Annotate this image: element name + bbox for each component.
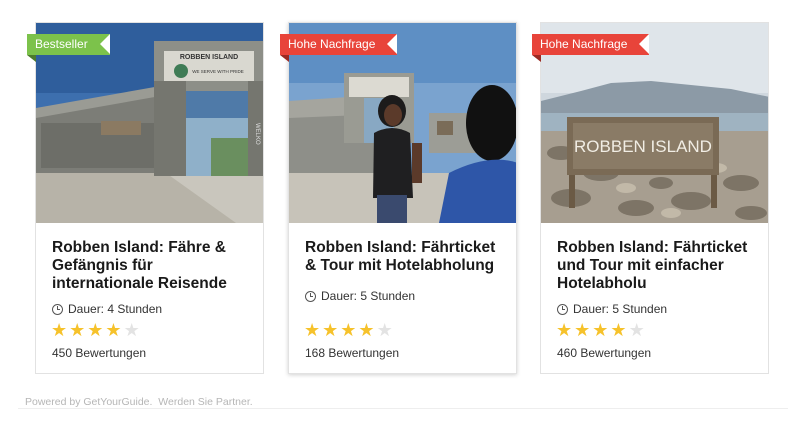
- tour-title[interactable]: Robben Island: Fährticket und Tour mit e…: [557, 239, 757, 293]
- badge-high-demand: Hohe Nachfrage: [280, 34, 398, 62]
- star-icon-filled: ★: [51, 320, 68, 340]
- clock-icon: [557, 303, 568, 315]
- tour-duration: Dauer: 5 Stunden: [305, 289, 415, 303]
- star-icon-filled: ★: [592, 320, 609, 340]
- star-icon-empty: ★: [123, 320, 140, 340]
- footer: Powered by GetYourGuide. Werden Sie Part…: [25, 396, 253, 408]
- star-icon-empty: ★: [376, 320, 393, 340]
- tour-card-3[interactable]: ROBBEN ISLAND Hohe Nachfrage Robben Isla…: [532, 22, 769, 374]
- star-icon-filled: ★: [358, 320, 375, 340]
- tour-duration: Dauer: 4 Stunden: [52, 302, 162, 316]
- star-icon-filled: ★: [304, 320, 321, 340]
- powered-by-text: Powered by GetYourGuide.: [25, 396, 153, 408]
- rating-stars: ★ ★ ★ ★ ★: [304, 321, 395, 339]
- rating-stars: ★ ★ ★ ★ ★: [51, 321, 142, 339]
- duration-text: Dauer: 5 Stunden: [321, 289, 416, 303]
- star-icon-filled: ★: [322, 320, 339, 340]
- duration-text: Dauer: 4 Stunden: [68, 302, 163, 316]
- review-count: 168 Bewertungen: [305, 346, 400, 360]
- tour-card-1[interactable]: ROBBEN ISLAND WE SERVE WITH PRIDE WELKO …: [27, 22, 264, 374]
- tour-title[interactable]: Robben Island: Fährticket & Tour mit Hot…: [305, 239, 505, 275]
- star-icon-filled: ★: [105, 320, 122, 340]
- badge-high-demand: Hohe Nachfrage: [532, 34, 650, 62]
- partner-link[interactable]: Werden Sie Partner.: [158, 396, 252, 408]
- tour-duration: Dauer: 5 Stunden: [557, 302, 667, 316]
- tour-card-2[interactable]: Hohe Nachfrage Robben Island: Fährticket…: [280, 22, 517, 374]
- review-count: 450 Bewertungen: [52, 346, 147, 360]
- clock-icon: [52, 303, 63, 315]
- star-icon-filled: ★: [574, 320, 591, 340]
- tour-title[interactable]: Robben Island: Fähre & Gefängnis für int…: [52, 239, 252, 293]
- gate-sign-text: ROBBEN ISLAND: [180, 54, 238, 61]
- review-count: 460 Bewertungen: [557, 346, 652, 360]
- gate-motto-text: WE SERVE WITH PRIDE: [192, 69, 243, 74]
- clock-icon: [305, 290, 316, 302]
- badge-bestseller: Bestseller: [27, 34, 110, 62]
- duration-text: Dauer: 5 Stunden: [573, 302, 668, 316]
- svg-text:WELKO: WELKO: [254, 123, 260, 145]
- star-icon-empty: ★: [628, 320, 645, 340]
- rock-sign-text: ROBBEN ISLAND: [574, 137, 712, 156]
- rating-stars: ★ ★ ★ ★ ★: [556, 321, 647, 339]
- star-icon-filled: ★: [610, 320, 627, 340]
- star-icon-filled: ★: [69, 320, 86, 340]
- star-icon-filled: ★: [556, 320, 573, 340]
- star-icon-filled: ★: [340, 320, 357, 340]
- star-icon-filled: ★: [87, 320, 104, 340]
- footer-divider: [18, 408, 788, 409]
